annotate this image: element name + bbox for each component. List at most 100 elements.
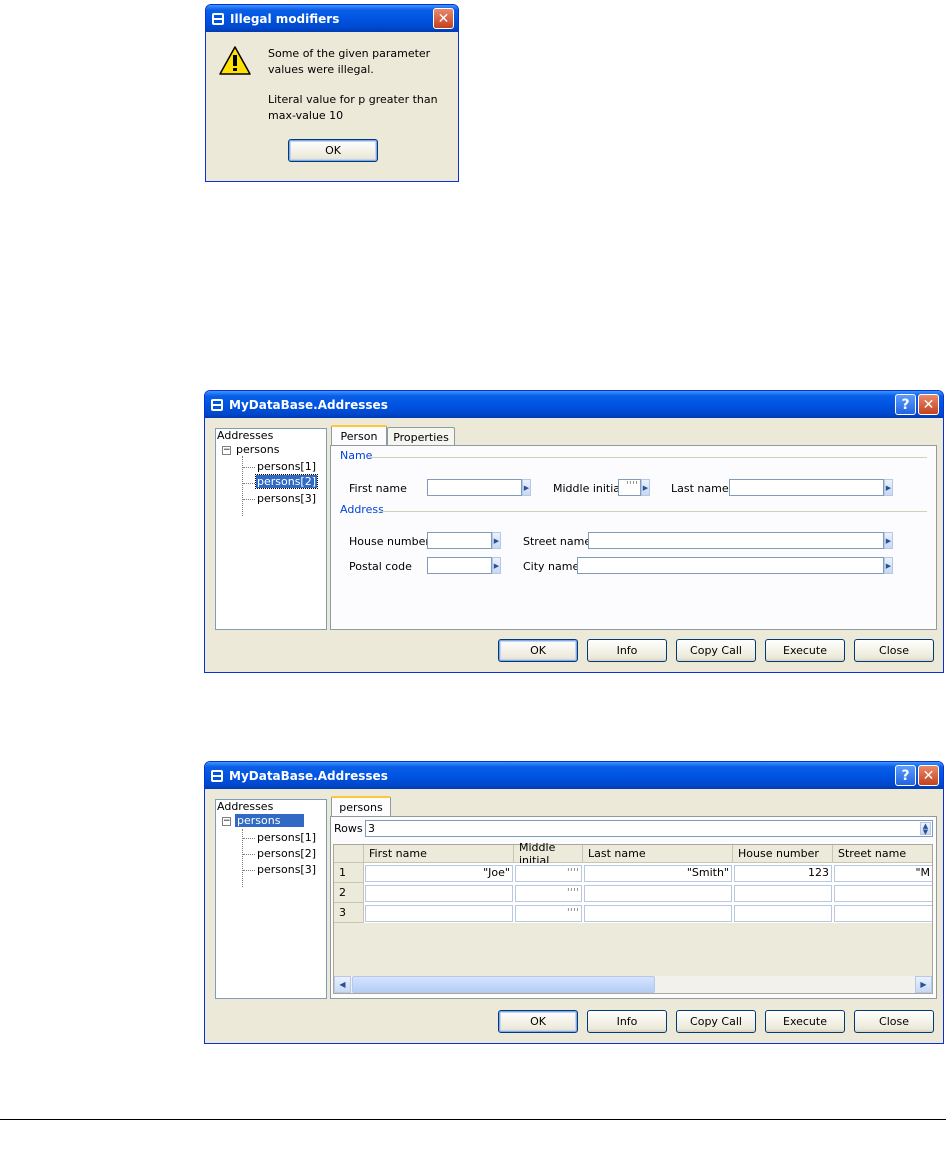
cell-middle-initial[interactable]: '''' [515, 865, 582, 882]
close-window-button[interactable]: Close [854, 1010, 934, 1033]
arrow-right-icon: ▶ [885, 561, 892, 570]
street-name-arrow[interactable]: ▶ [884, 532, 893, 549]
tree-root[interactable]: Addresses [217, 429, 273, 442]
house-number-field[interactable] [427, 532, 492, 549]
tree-panel[interactable]: Addresses − persons persons[1] persons[2… [215, 428, 327, 630]
close-icon: ✕ [437, 10, 450, 27]
window-titlebar[interactable]: MyDataBase.Addresses ? ✕ [205, 762, 943, 789]
copy-call-button-label: Copy Call [690, 644, 742, 657]
cell-street-name[interactable] [834, 905, 932, 922]
rows-label: Rows [334, 822, 363, 835]
tree-item-persons-1[interactable]: persons[1] [257, 831, 316, 844]
last-name-field[interactable] [729, 479, 884, 496]
cell-house-number[interactable]: 123 [734, 865, 832, 882]
close-button[interactable]: ✕ [918, 765, 939, 786]
info-button[interactable]: Info [587, 639, 667, 662]
tree-item-persons-3[interactable]: persons[3] [257, 492, 316, 505]
column-header-label: First name [369, 847, 427, 860]
tree-item-persons-1[interactable]: persons[1] [257, 460, 316, 473]
middle-initial-label: Middle initial [553, 482, 624, 495]
tab-persons-label: persons [339, 801, 383, 814]
first-name-arrow[interactable]: ▶ [522, 479, 531, 496]
dialog-message-line: max-value 10 [268, 109, 344, 122]
last-name-arrow[interactable]: ▶ [884, 479, 893, 496]
row-header[interactable]: 2 [334, 883, 364, 903]
dialog-titlebar[interactable]: Illegal modifiers ✕ [206, 5, 458, 32]
help-button[interactable]: ? [895, 394, 916, 415]
collapse-icon[interactable]: − [222, 817, 231, 826]
column-header-first-name[interactable]: First name [364, 845, 514, 863]
cell-street-name[interactable]: "M [834, 865, 932, 882]
help-button[interactable]: ? [895, 765, 916, 786]
column-header-last-name[interactable]: Last name [583, 845, 733, 863]
scroll-left-button[interactable]: ◀ [334, 976, 351, 993]
city-name-arrow[interactable]: ▶ [884, 557, 893, 574]
cell-first-name[interactable]: "Joe" [365, 865, 513, 882]
middle-initial-value: '''' [625, 479, 638, 492]
collapse-icon[interactable]: − [222, 446, 231, 455]
close-icon: ✕ [922, 767, 935, 784]
column-header-house-number[interactable]: House number [733, 845, 833, 863]
column-header-middle-initial[interactable]: Middle initial [514, 841, 583, 867]
scroll-right-button[interactable]: ▶ [915, 976, 932, 993]
cell-first-name[interactable] [365, 905, 513, 922]
persons-grid[interactable]: First name Middle initial Last name Hous… [333, 841, 933, 994]
chevron-left-icon: ◀ [339, 980, 346, 989]
tab-properties[interactable]: Properties [387, 427, 455, 446]
city-name-field[interactable] [577, 557, 884, 574]
ok-button[interactable]: OK [498, 1010, 578, 1033]
window-titlebar[interactable]: MyDataBase.Addresses ? ✕ [205, 391, 943, 418]
dialog-message-line: values were illegal. [268, 63, 374, 76]
cell-last-name[interactable] [584, 905, 732, 922]
spinner-icon[interactable]: ▲ ▼ [920, 822, 931, 836]
dialog-ok-label: OK [325, 144, 341, 157]
row-header[interactable]: 1 [334, 863, 364, 883]
dialog-ok-button[interactable]: OK [288, 139, 378, 162]
warning-icon [219, 46, 251, 75]
tree-item-persons-2[interactable]: persons[2] [254, 474, 319, 489]
cell-middle-initial[interactable]: '''' [515, 905, 582, 922]
close-button-label: Close [879, 1015, 909, 1028]
first-name-field[interactable] [427, 479, 522, 496]
middle-initial-field[interactable]: '''' [618, 479, 641, 496]
cell-street-name[interactable] [834, 885, 932, 902]
rows-spinner[interactable]: 3 [365, 820, 933, 837]
middle-initial-arrow[interactable]: ▶ [641, 479, 650, 496]
close-button[interactable]: ✕ [918, 394, 939, 415]
copy-call-button[interactable]: Copy Call [676, 1010, 756, 1033]
column-header-street-name[interactable]: Street name [833, 845, 932, 863]
copy-call-button[interactable]: Copy Call [676, 639, 756, 662]
close-button[interactable]: ✕ [433, 8, 454, 29]
arrow-right-icon: ▶ [523, 483, 530, 492]
cell-last-name[interactable] [584, 885, 732, 902]
scroll-thumb[interactable] [352, 976, 655, 993]
addresses-window-grid: MyDataBase.Addresses ? ✕ Addresses − per… [204, 761, 944, 1044]
horizontal-scrollbar[interactable]: ◀ ▶ [334, 976, 932, 993]
tab-persons[interactable]: persons [331, 796, 391, 817]
arrow-right-icon: ▶ [642, 483, 649, 492]
execute-button[interactable]: Execute [765, 1010, 845, 1033]
street-name-field[interactable] [588, 532, 884, 549]
close-window-button[interactable]: Close [854, 639, 934, 662]
person-tab-page: Name First name ▶ Middle initial '''' ▶ … [330, 445, 937, 630]
house-number-arrow[interactable]: ▶ [492, 532, 501, 549]
tree-item-persons-3[interactable]: persons[3] [257, 863, 316, 876]
info-button[interactable]: Info [587, 1010, 667, 1033]
execute-button[interactable]: Execute [765, 639, 845, 662]
tab-person[interactable]: Person [331, 425, 387, 446]
cell-house-number[interactable] [734, 905, 832, 922]
row-header[interactable]: 3 [334, 903, 364, 923]
tree-node-persons[interactable]: persons [235, 814, 305, 827]
tree-root[interactable]: Addresses [217, 800, 273, 813]
tree-panel[interactable]: Addresses − persons persons[1] persons[2… [215, 799, 327, 999]
ok-button[interactable]: OK [498, 639, 578, 662]
arrow-right-icon: ▶ [493, 561, 500, 570]
postal-code-arrow[interactable]: ▶ [492, 557, 501, 574]
cell-last-name[interactable]: "Smith" [584, 865, 732, 882]
cell-house-number[interactable] [734, 885, 832, 902]
tree-node-persons[interactable]: persons [236, 443, 279, 456]
tree-item-persons-2[interactable]: persons[2] [257, 847, 316, 860]
cell-first-name[interactable] [365, 885, 513, 902]
postal-code-field[interactable] [427, 557, 492, 574]
cell-middle-initial[interactable]: '''' [515, 885, 582, 902]
